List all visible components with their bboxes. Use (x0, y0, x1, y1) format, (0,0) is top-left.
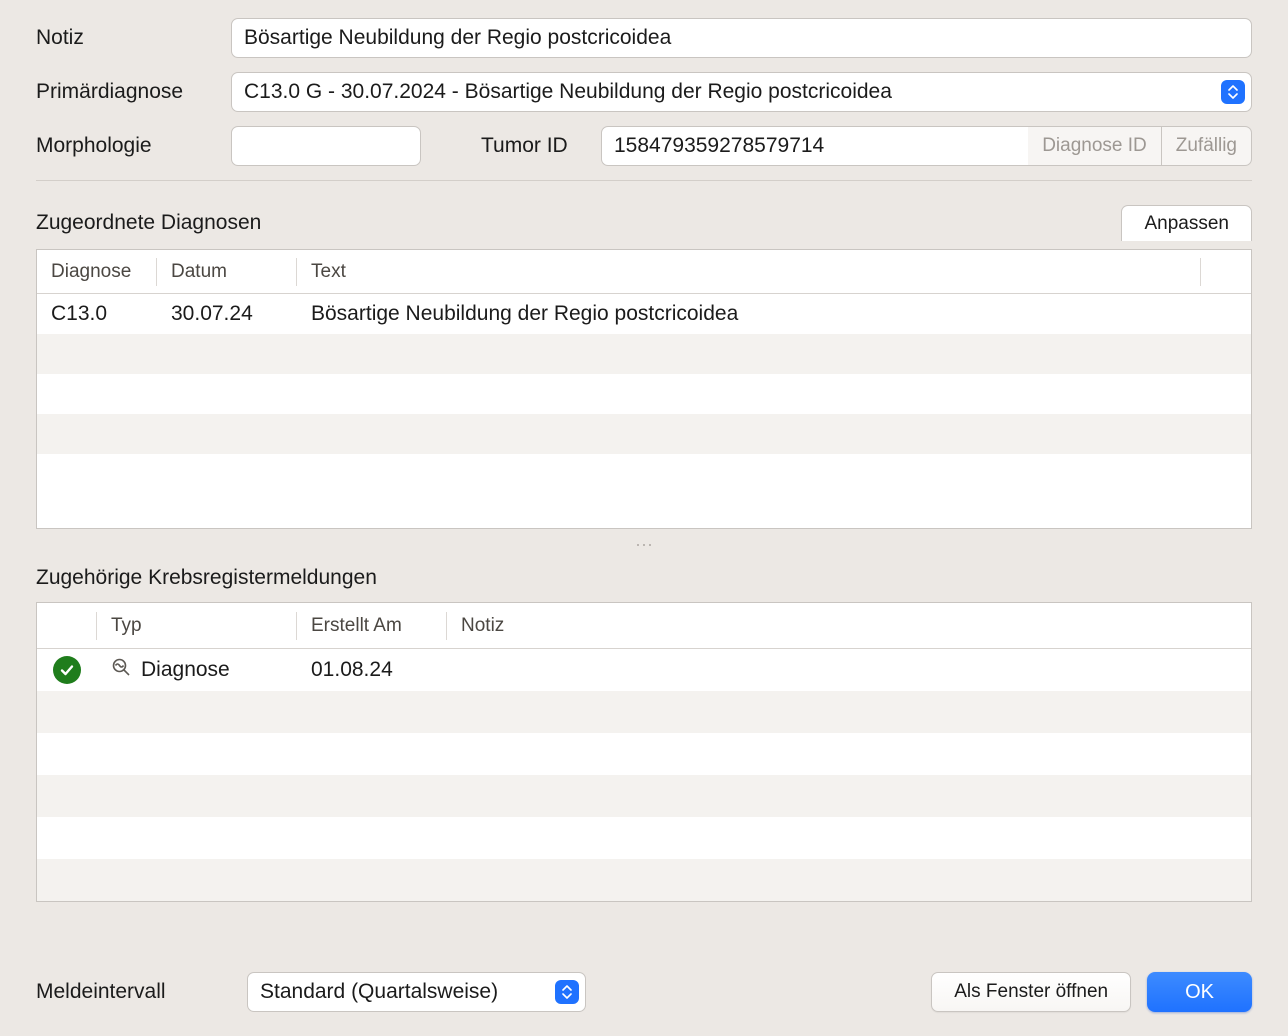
table-row[interactable]: C13.0 30.07.24 Bösartige Neubildung der … (37, 294, 1251, 334)
table-row (37, 691, 1251, 733)
diagnose-id-button[interactable]: Diagnose ID (1028, 126, 1162, 166)
meldeintervall-selected: Standard (Quartalsweise) (260, 980, 555, 1004)
col-datum[interactable]: Datum (157, 258, 297, 286)
table-row (37, 454, 1251, 494)
split-handle-icon[interactable]: ⋯ (36, 529, 1252, 566)
cell-text: Bösartige Neubildung der Regio postcrico… (297, 302, 1251, 326)
col-text[interactable]: Text (297, 258, 1201, 286)
diagnosen-table-header: Diagnose Datum Text (37, 250, 1251, 294)
table-row (37, 775, 1251, 817)
cell-erstellt: 01.08.24 (297, 658, 447, 682)
table-row[interactable]: Diagnose 01.08.24 (37, 649, 1251, 691)
tumor-id-input[interactable] (601, 126, 1028, 166)
meldeintervall-label: Meldeintervall (36, 980, 231, 1004)
notiz-label: Notiz (36, 26, 231, 50)
primardiagnose-label: Primärdiagnose (36, 80, 231, 104)
table-row (37, 817, 1251, 859)
col-erstellt[interactable]: Erstellt Am (297, 612, 447, 640)
primardiagnose-select[interactable]: C13.0 G - 30.07.2024 - Bösartige Neubild… (231, 72, 1252, 112)
divider (36, 180, 1252, 181)
meldungen-table[interactable]: Typ Erstellt Am Notiz Diagnose (36, 602, 1252, 902)
anpassen-button[interactable]: Anpassen (1121, 205, 1252, 241)
check-circle-icon (53, 656, 81, 684)
als-fenster-offnen-button[interactable]: Als Fenster öffnen (931, 972, 1131, 1012)
col-diagnose[interactable]: Diagnose (37, 258, 157, 286)
cell-typ: Diagnose (141, 658, 230, 682)
table-row (37, 334, 1251, 374)
notiz-input[interactable] (231, 18, 1252, 58)
table-row (37, 374, 1251, 414)
morphologie-label: Morphologie (36, 134, 231, 158)
meldungen-table-header: Typ Erstellt Am Notiz (37, 603, 1251, 649)
diagnosis-search-icon (111, 657, 131, 683)
col-typ[interactable]: Typ (97, 612, 297, 640)
table-row (37, 859, 1251, 901)
morphologie-input[interactable] (231, 126, 421, 166)
chevron-updown-icon (1221, 80, 1245, 104)
diagnosen-table[interactable]: Diagnose Datum Text C13.0 30.07.24 Bösar… (36, 249, 1252, 529)
meldeintervall-select[interactable]: Standard (Quartalsweise) (247, 972, 586, 1012)
zufallig-button[interactable]: Zufällig (1162, 126, 1252, 166)
primardiagnose-selected: C13.0 G - 30.07.2024 - Bösartige Neubild… (244, 80, 1221, 104)
ok-button[interactable]: OK (1147, 972, 1252, 1012)
zugeordnete-diagnosen-title: Zugeordnete Diagnosen (36, 211, 261, 235)
table-row (37, 733, 1251, 775)
chevron-updown-icon (555, 980, 579, 1004)
zugehorige-meldungen-title: Zugehörige Krebsregistermeldungen (36, 566, 1252, 590)
col-status[interactable] (37, 612, 97, 640)
col-extra[interactable] (1201, 258, 1251, 286)
col-notiz-meldungen[interactable]: Notiz (447, 612, 1251, 640)
tumor-id-label: Tumor ID (481, 134, 601, 158)
cell-datum: 30.07.24 (157, 302, 297, 326)
cell-diagnose: C13.0 (37, 302, 157, 326)
table-row (37, 414, 1251, 454)
